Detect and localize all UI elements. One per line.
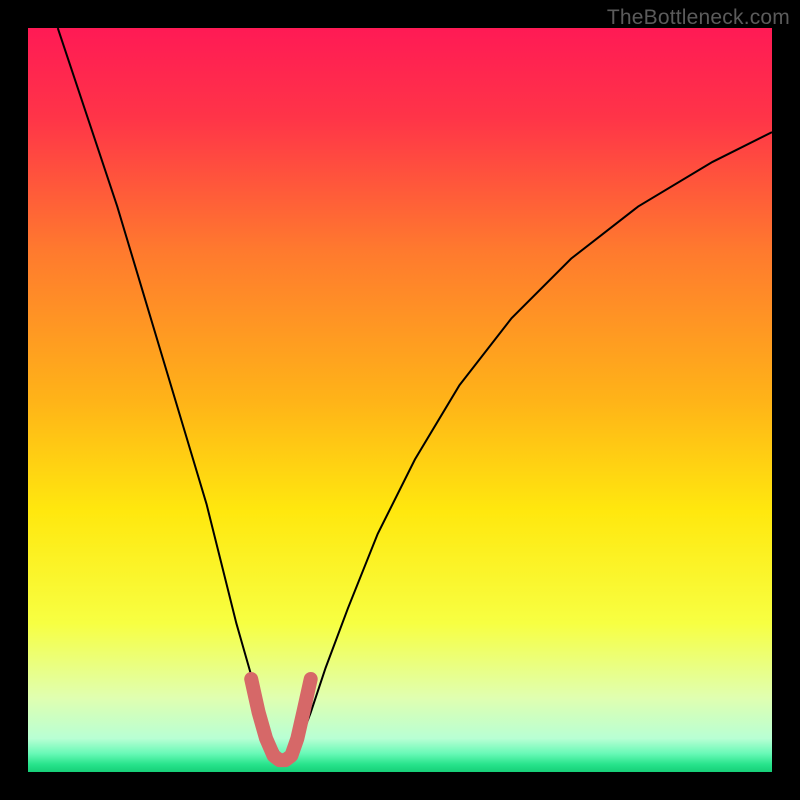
gradient-background [28, 28, 772, 772]
chart-plot-area [28, 28, 772, 772]
chart-svg [28, 28, 772, 772]
watermark-text: TheBottleneck.com [607, 6, 790, 30]
